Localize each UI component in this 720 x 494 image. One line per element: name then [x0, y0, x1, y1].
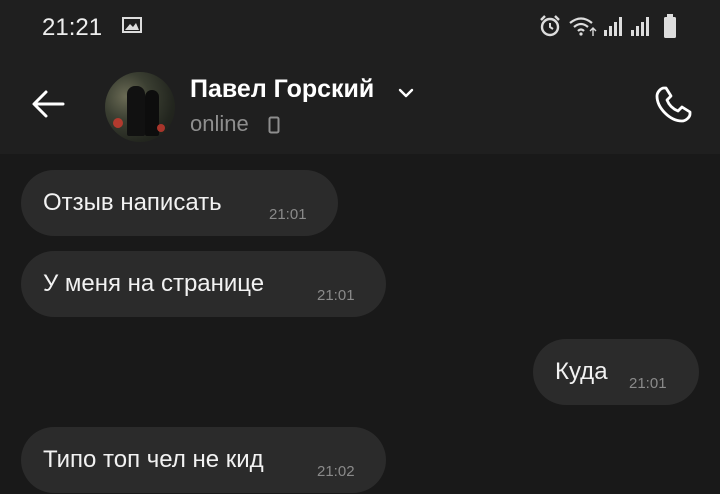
message-bubble-incoming[interactable]: Типо топ чел не кид 21:02	[21, 427, 386, 493]
signal-icon	[630, 14, 652, 43]
chevron-down-icon[interactable]	[398, 86, 414, 104]
message-text: У меня на странице	[43, 270, 265, 297]
wifi-icon	[568, 14, 598, 43]
phone-icon	[268, 116, 280, 139]
chat-header: Павел Горский online	[0, 56, 720, 154]
message-text: Отзыв написать	[43, 189, 222, 216]
message-text: Типо топ чел не кид	[43, 446, 264, 473]
message-text: Куда	[555, 358, 608, 385]
message-bubble-incoming[interactable]: Отзыв написать 21:01	[21, 170, 338, 236]
avatar-detail	[157, 124, 165, 132]
message-bubble-incoming[interactable]: У меня на странице 21:01	[21, 251, 386, 317]
message-time: 21:01	[629, 375, 667, 392]
message-time: 21:02	[317, 463, 355, 480]
avatar[interactable]	[105, 72, 175, 142]
alarm-icon	[538, 14, 562, 43]
battery-icon	[663, 13, 677, 44]
signal-icon	[603, 14, 625, 43]
contact-name[interactable]: Павел Горский	[190, 75, 374, 104]
message-time: 21:01	[269, 206, 307, 223]
call-icon[interactable]	[652, 84, 694, 131]
status-time: 21:21	[42, 14, 103, 41]
message-bubble-outgoing[interactable]: Куда 21:01	[533, 339, 699, 405]
contact-status: online	[190, 111, 249, 136]
avatar-figure	[127, 86, 145, 136]
status-bar: 21:21	[0, 0, 720, 56]
avatar-detail	[113, 118, 123, 128]
message-time: 21:01	[317, 287, 355, 304]
back-arrow-icon[interactable]	[30, 88, 66, 125]
gallery-icon	[122, 17, 142, 38]
